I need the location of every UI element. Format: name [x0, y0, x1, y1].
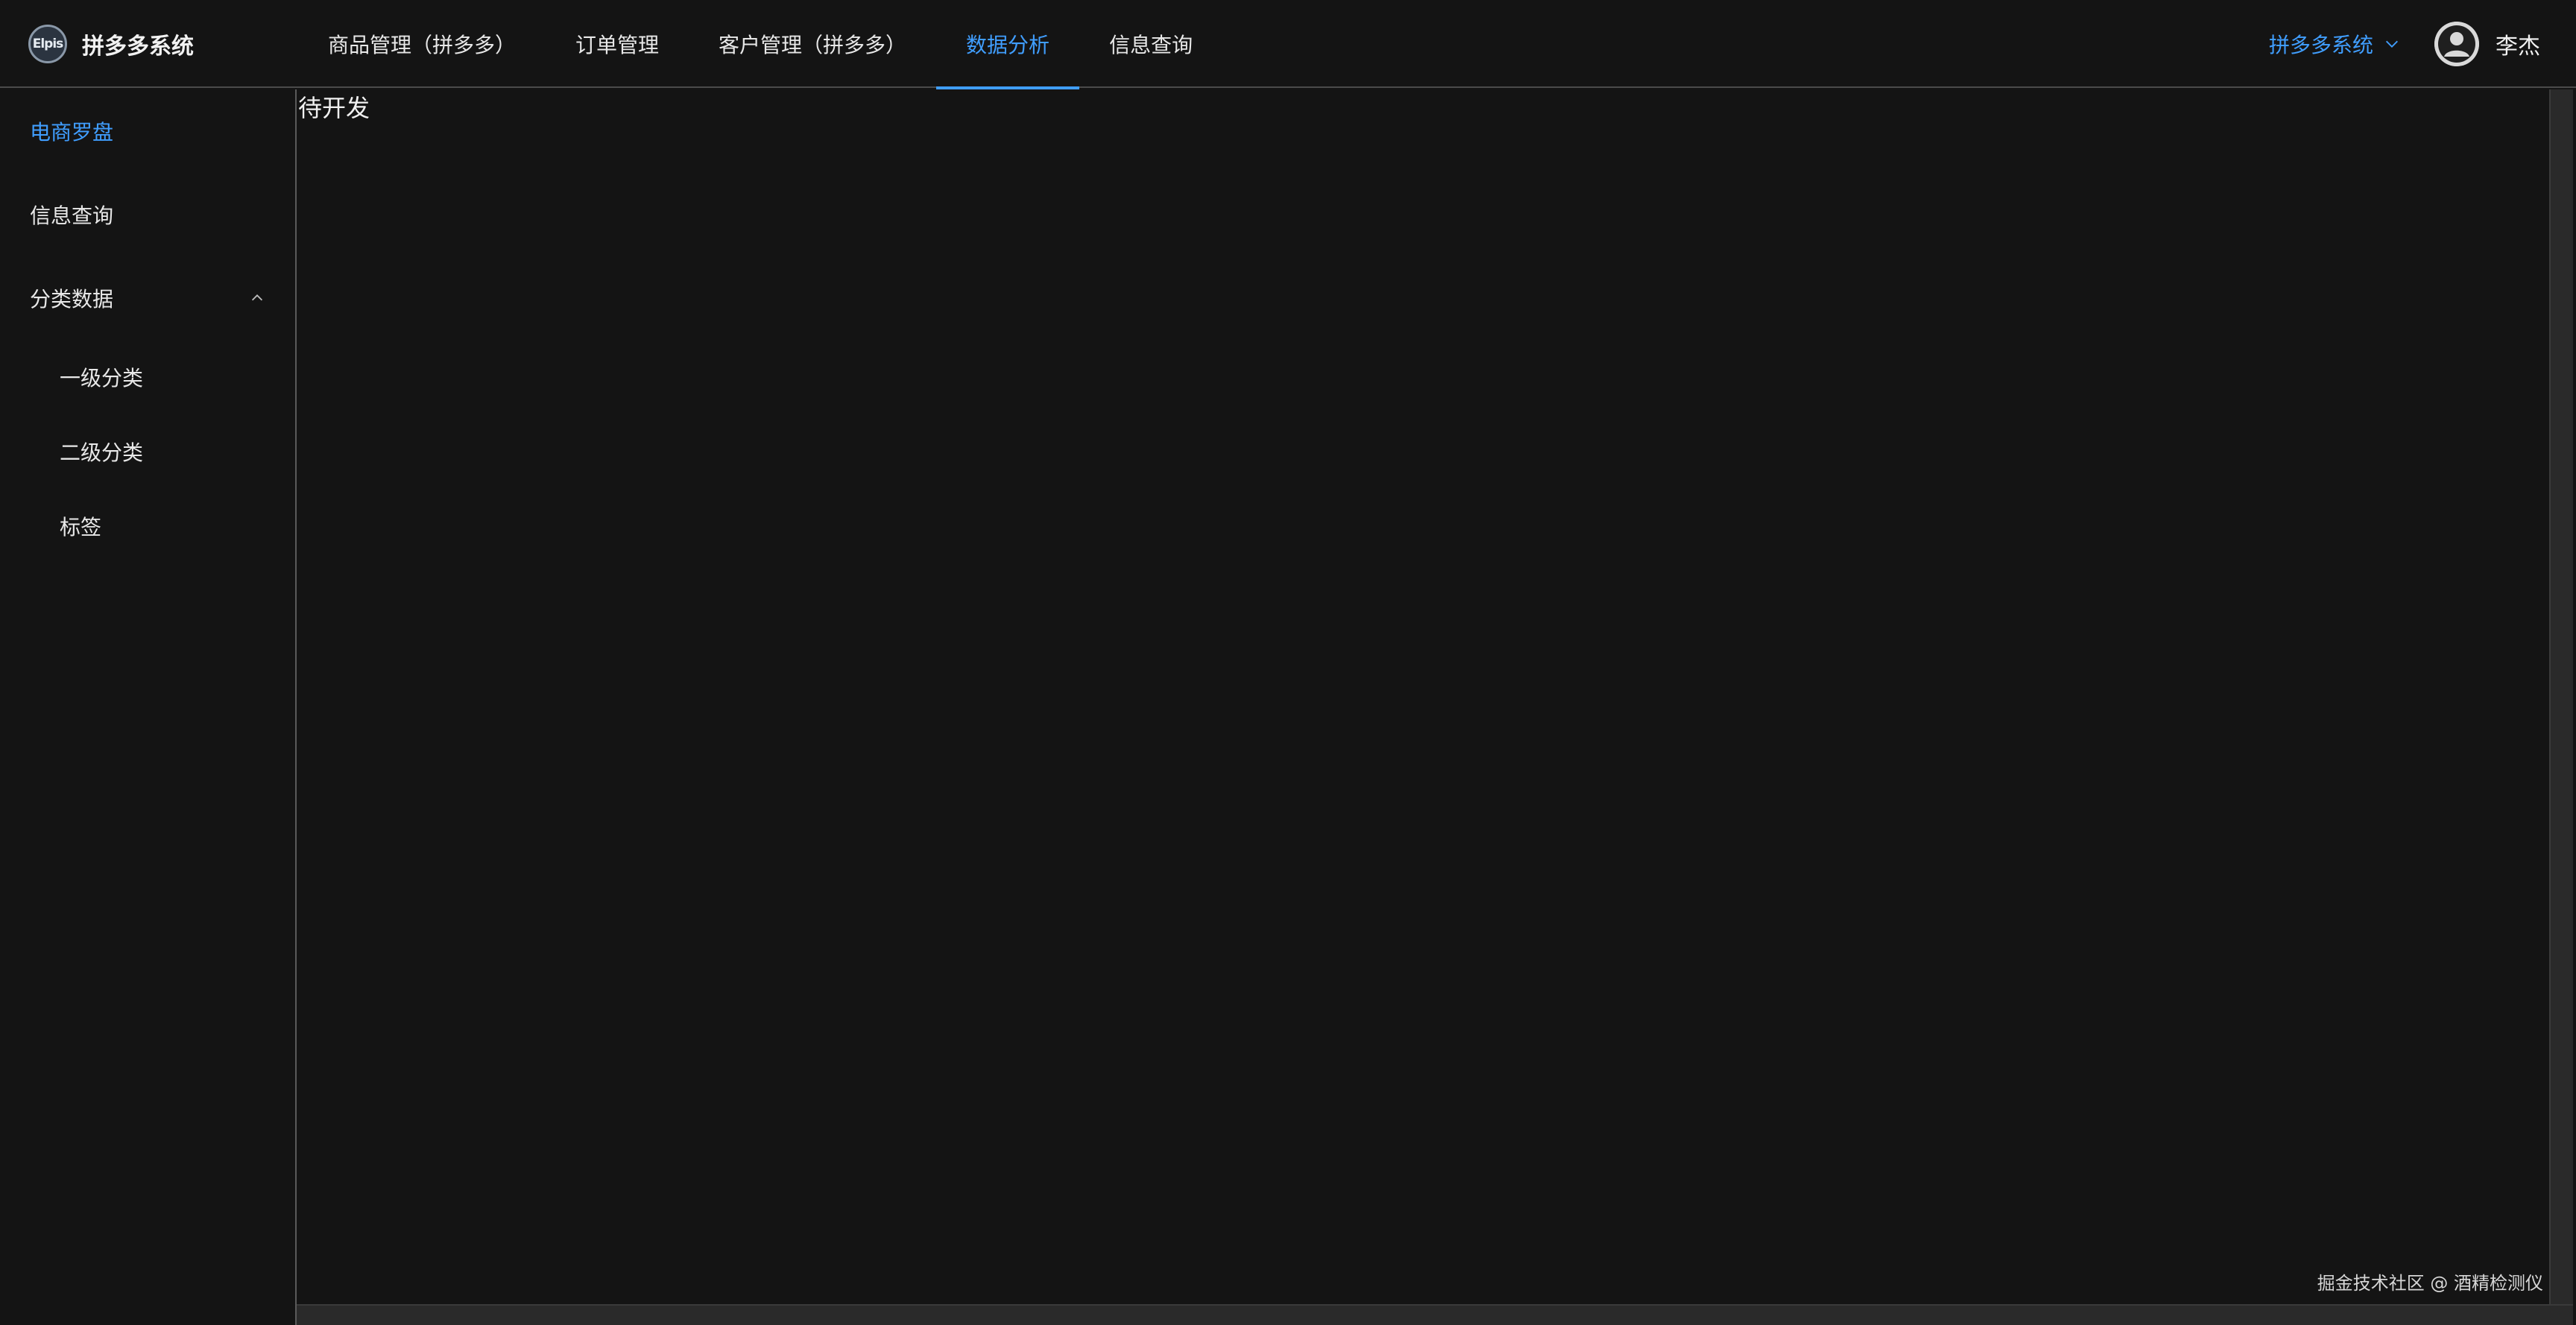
sidebar-item-info-query[interactable]: 信息查询: [0, 173, 295, 256]
horizontal-scrollbar[interactable]: [297, 1304, 2573, 1325]
topnav-item-order-management[interactable]: 订单管理: [546, 0, 689, 88]
sidebar-item-label: 信息查询: [30, 203, 114, 228]
sidebar-subitem-tags[interactable]: 标签: [0, 489, 295, 563]
sidebar-item-label: 分类数据: [30, 287, 114, 312]
header-right: 拼多多系统 李杰: [2269, 0, 2540, 88]
chevron-down-icon: [2386, 40, 2398, 48]
sidebar-subitem-level2-category[interactable]: 二级分类: [0, 414, 295, 489]
sidebar-item-category-data[interactable]: 分类数据: [0, 256, 295, 340]
sidebar-item-label: 电商罗盘: [30, 120, 114, 145]
system-switch-label: 拼多多系统: [2268, 33, 2373, 57]
placeholder-text: 待开发: [298, 94, 370, 122]
brand-title: 拼多多系统: [82, 34, 194, 60]
sidebar-subitem-level1-category[interactable]: 一级分类: [0, 340, 295, 414]
top-header: Elpis 拼多多系统 商品管理（拼多多） 订单管理 客户管理（拼多多） 数据分…: [0, 0, 2576, 89]
system-switch-dropdown[interactable]: 拼多多系统: [2269, 29, 2400, 59]
user-avatar-icon[interactable]: [2434, 22, 2479, 66]
username[interactable]: 李杰: [2496, 28, 2540, 60]
top-nav: 商品管理（拼多多） 订单管理 客户管理（拼多多） 数据分析 信息查询: [298, 0, 1222, 89]
topnav-item-customer-management[interactable]: 客户管理（拼多多）: [689, 0, 936, 88]
vertical-scrollbar[interactable]: [2549, 89, 2573, 1304]
topnav-item-product-management[interactable]: 商品管理（拼多多）: [298, 0, 546, 88]
sidebar: 电商罗盘 信息查询 分类数据 一级分类 二级分类 标签: [0, 89, 297, 1325]
watermark: 掘金技术社区 @ 酒精检测仪: [2317, 1273, 2543, 1294]
sidebar-item-ecommerce-compass[interactable]: 电商罗盘: [0, 89, 295, 173]
topnav-item-data-analysis[interactable]: 数据分析: [936, 0, 1080, 89]
brand[interactable]: Elpis 拼多多系统: [28, 23, 194, 65]
brand-logo-icon: Elpis: [28, 25, 67, 63]
main-content: 待开发: [297, 89, 2549, 1304]
topnav-item-info-query[interactable]: 信息查询: [1079, 0, 1222, 88]
chevron-up-icon: [251, 294, 263, 301]
